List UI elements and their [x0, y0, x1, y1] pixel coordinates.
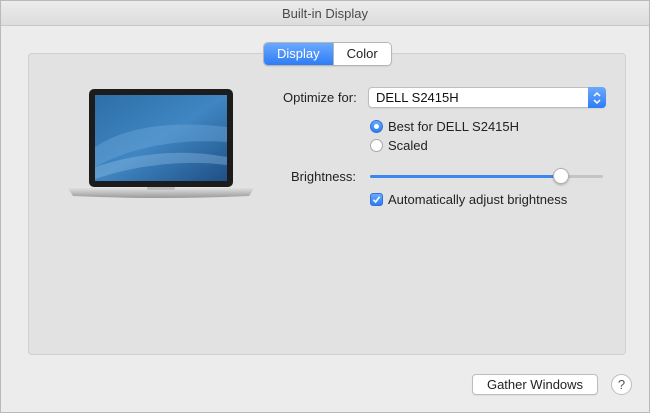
optimize-for-select[interactable]: DELL S2415H	[368, 87, 606, 108]
optimize-label: Optimize for:	[283, 90, 357, 105]
brightness-label: Brightness:	[291, 169, 357, 184]
radio-best-for-display[interactable]: Best for DELL S2415H	[370, 119, 519, 134]
system-preferences-window: Built-in Display Display Color Optimize …	[0, 0, 650, 413]
tab-color[interactable]: Color	[332, 43, 391, 65]
radio-selected-icon	[370, 120, 383, 133]
brightness-slider-fill	[370, 175, 562, 178]
updown-chevron-icon	[588, 87, 606, 108]
radio-scaled[interactable]: Scaled	[370, 138, 428, 153]
optimize-for-value: DELL S2415H	[376, 90, 459, 105]
tab-display[interactable]: Display	[264, 43, 333, 65]
checkmark-icon	[370, 193, 383, 206]
radio-best-label: Best for DELL S2415H	[388, 119, 520, 134]
auto-brightness-checkbox[interactable]: Automatically adjust brightness	[370, 192, 567, 207]
tab-bar: Display Color	[263, 42, 392, 66]
brightness-slider-knob[interactable]	[553, 168, 570, 184]
window-title: Built-in Display	[282, 5, 368, 21]
help-button[interactable]: ?	[611, 374, 632, 395]
window-titlebar: Built-in Display	[1, 1, 649, 26]
radio-unselected-icon	[370, 139, 383, 152]
auto-brightness-label: Automatically adjust brightness	[388, 192, 568, 207]
laptop-icon	[61, 87, 261, 203]
radio-scaled-label: Scaled	[388, 138, 428, 153]
gather-windows-button[interactable]: Gather Windows	[472, 374, 598, 395]
brightness-slider[interactable]	[370, 168, 603, 184]
